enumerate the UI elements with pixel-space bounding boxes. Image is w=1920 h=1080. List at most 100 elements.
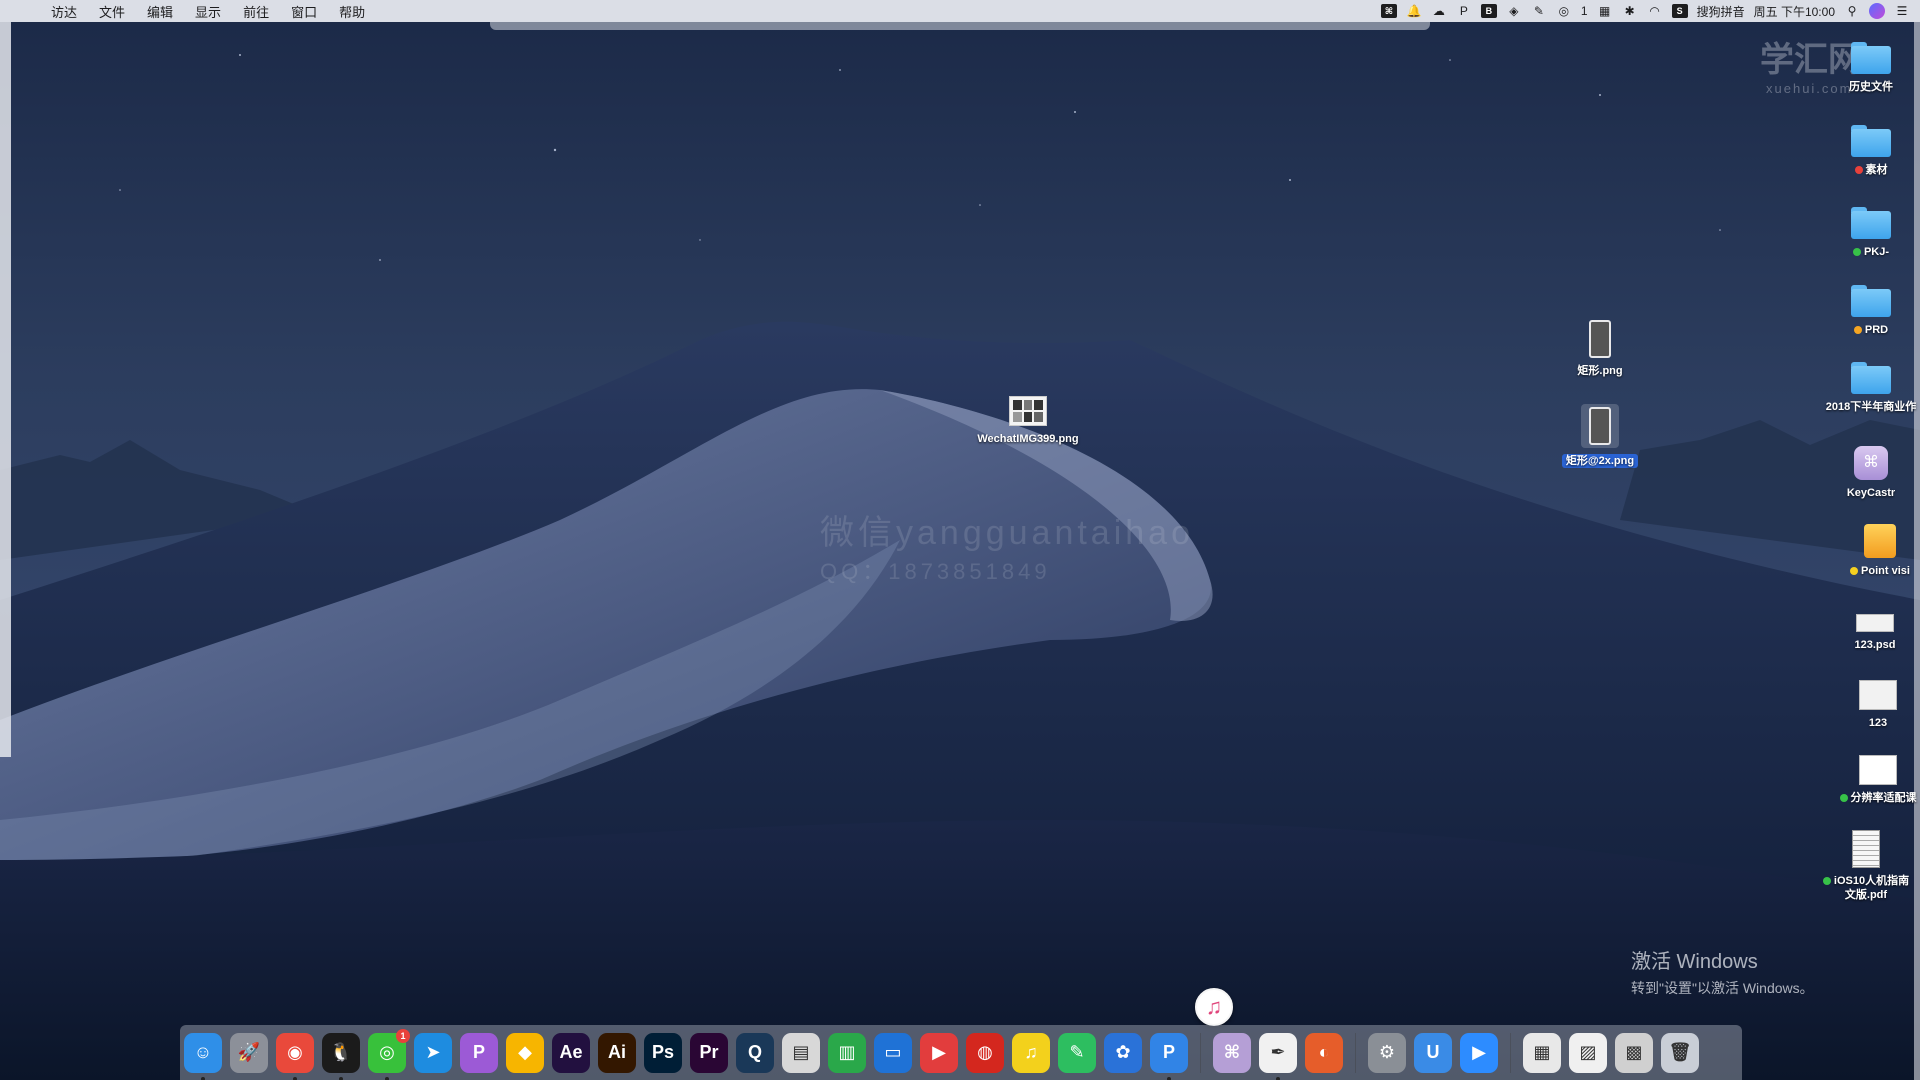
desktop-item[interactable]: 素材 bbox=[1811, 125, 1920, 177]
desktop-item-label: 历史文件 bbox=[1849, 81, 1893, 93]
dock-stacks: ▦ ▨ ▩ 🗑 bbox=[1523, 1032, 1699, 1073]
dock-utility-apps: ⚙ U ▶ bbox=[1368, 1032, 1498, 1073]
menu-view[interactable]: 显示 bbox=[184, 2, 232, 21]
desktop-item[interactable]: PKJ- bbox=[1811, 207, 1920, 259]
finder-dock-icon[interactable]: ☺ bbox=[184, 1032, 222, 1080]
clock[interactable]: 周五 下午10:00 bbox=[1754, 3, 1835, 20]
desktop[interactable]: 访达 文件 编辑 显示 前往 窗口 帮助 ⌘ 🔔 ☁ P B ◈ ✎ ◎ 1 ▦… bbox=[0, 0, 1920, 1080]
windows-activation-notice: 激活 Windows 转到"设置"以激活 Windows。 bbox=[1631, 945, 1814, 998]
bluetooth-icon[interactable]: ✱ bbox=[1622, 4, 1638, 18]
grid-icon[interactable]: ▦ bbox=[1597, 4, 1613, 18]
pen-icon[interactable]: ✎ bbox=[1531, 4, 1547, 18]
notification-center-icon[interactable]: ☰ bbox=[1894, 4, 1910, 18]
video-player-dock-icon[interactable]: ▶ bbox=[920, 1032, 958, 1073]
numbers-dock-icon[interactable]: ▥ bbox=[828, 1032, 866, 1073]
ushield-dock-icon[interactable]: U bbox=[1414, 1032, 1452, 1073]
desktop-item[interactable]: 历史文件 bbox=[1811, 42, 1920, 94]
file-label: 矩形.png bbox=[1577, 365, 1623, 377]
folder-icon bbox=[1851, 285, 1891, 317]
desktop-file-rect-2x[interactable]: 矩形@2x.png bbox=[1540, 404, 1660, 468]
itunes-bouncing-icon[interactable]: ♫ bbox=[1195, 988, 1233, 1026]
desktop-item[interactable]: 2018下半年商业作 bbox=[1811, 362, 1920, 414]
creative-cloud-icon[interactable]: ☁ bbox=[1431, 4, 1447, 18]
desktop-item-label: 分辨率适配课 bbox=[1839, 791, 1917, 805]
desktop-file-wechatimg[interactable]: WechatIMG399.png bbox=[968, 396, 1088, 446]
pockity-dock-icon[interactable]: P bbox=[460, 1032, 498, 1073]
dock-separator bbox=[1200, 1032, 1201, 1073]
desktop-item[interactable]: ⌘ KeyCastr bbox=[1811, 446, 1920, 500]
keycastr-status-icon[interactable]: ⌘ bbox=[1380, 4, 1397, 18]
folder-icon bbox=[1851, 362, 1891, 394]
qq-music-dock-icon[interactable]: ♫ bbox=[1012, 1032, 1050, 1073]
photoshop-dock-icon[interactable]: Ps bbox=[644, 1032, 682, 1073]
folder-icon bbox=[1851, 207, 1891, 239]
file-label: WechatIMG399.png bbox=[977, 433, 1079, 445]
tag-dot-green bbox=[1852, 248, 1861, 256]
image-file-icon bbox=[1859, 755, 1897, 785]
menu-edit[interactable]: 编辑 bbox=[136, 2, 184, 21]
after-effects-dock-icon[interactable]: Ae bbox=[552, 1032, 590, 1073]
menu-finder[interactable]: 访达 bbox=[40, 2, 88, 21]
evernote-dock-icon[interactable]: ✎ bbox=[1058, 1032, 1096, 1073]
input-method-label[interactable]: 搜狗拼音 bbox=[1697, 3, 1745, 20]
desktop-item[interactable]: iOS10人机指南文版.pdf bbox=[1814, 830, 1918, 902]
dock-separator bbox=[1510, 1032, 1511, 1073]
folder-icon bbox=[1851, 42, 1891, 74]
siri-icon[interactable] bbox=[1869, 3, 1885, 19]
spotlight-search-icon[interactable]: ⚲ bbox=[1844, 4, 1860, 18]
netease-music-dock-icon[interactable]: ◍ bbox=[966, 1032, 1004, 1073]
sound-icon[interactable]: ◈ bbox=[1506, 4, 1522, 18]
tag-dot-red bbox=[1854, 166, 1863, 174]
paw-icon[interactable]: P bbox=[1456, 4, 1472, 18]
desktop-item-label: iOS10人机指南文版.pdf bbox=[1822, 874, 1910, 902]
wechat-status-icon[interactable]: ◎ bbox=[1556, 4, 1572, 18]
dock-separator bbox=[1355, 1032, 1356, 1073]
keynote-dock-icon[interactable]: ▭ bbox=[874, 1032, 912, 1073]
dock-apps: ☺ 🚀 ◉ 🐧 ◎ 1 ➤ P ◆ Ae Ai Ps Pr Q ▤ ▥ ▭ ▶ ◍ ♫ ✎ ✿ P bbox=[184, 1028, 1188, 1080]
maxthon-dock-icon[interactable]: ➤ bbox=[414, 1032, 452, 1073]
image-file-icon bbox=[1859, 680, 1897, 710]
psd-file-icon bbox=[1856, 614, 1894, 632]
watermark-qq: QQ：1873851849 bbox=[820, 559, 1051, 584]
bell-icon[interactable]: 🔔 bbox=[1406, 4, 1422, 18]
notification-badge: 1 bbox=[396, 1028, 410, 1043]
desktop-item[interactable]: 123.psd bbox=[1815, 614, 1920, 652]
desktop-item[interactable]: PRD bbox=[1811, 285, 1920, 337]
keycastr-dock-icon[interactable]: ⌘ bbox=[1213, 1032, 1251, 1073]
zoom-dock-icon[interactable]: ▶ bbox=[1460, 1032, 1498, 1073]
center-watermark: 微信yangguantaihao QQ：1873851849 bbox=[820, 505, 1194, 586]
pixelmator-dock-icon[interactable]: ✿ bbox=[1104, 1032, 1142, 1073]
menu-help[interactable]: 帮助 bbox=[328, 2, 376, 21]
tag-dot-yellow bbox=[1850, 567, 1859, 575]
menu-go[interactable]: 前往 bbox=[232, 2, 280, 21]
airship-dock-icon[interactable]: ◐ bbox=[1305, 1032, 1343, 1073]
screenshot-stack-dock-icon[interactable]: ▦ bbox=[1523, 1032, 1561, 1073]
chrome-dock-icon[interactable]: ◉ bbox=[276, 1032, 314, 1080]
illustrator-dock-icon[interactable]: Ai bbox=[598, 1032, 636, 1073]
desktop-file-rect[interactable]: 矩形.png bbox=[1540, 320, 1660, 378]
wechat-dock-icon[interactable]: ◎ 1 bbox=[368, 1028, 410, 1080]
dock-recent-apps: ⌘ ✒ ◐ bbox=[1213, 1032, 1343, 1080]
documents-stack-dock-icon[interactable]: ▩ bbox=[1615, 1032, 1653, 1073]
trash-dock-icon[interactable]: 🗑 bbox=[1661, 1032, 1699, 1073]
downloads-stack-dock-icon[interactable]: ▨ bbox=[1569, 1032, 1607, 1073]
desktop-item[interactable]: 分辨率适配课 bbox=[1818, 755, 1920, 805]
quicktime-dock-icon[interactable]: Q bbox=[736, 1032, 774, 1073]
wifi-icon[interactable]: ◠ bbox=[1647, 4, 1663, 18]
premiere-dock-icon[interactable]: Pr bbox=[690, 1032, 728, 1073]
script-editor-dock-icon[interactable]: ✒ bbox=[1259, 1032, 1297, 1080]
sogou-input-icon[interactable]: S bbox=[1671, 4, 1688, 18]
pages-p-dock-icon[interactable]: P bbox=[1150, 1032, 1188, 1080]
system-preferences-dock-icon[interactable]: ⚙ bbox=[1368, 1032, 1406, 1073]
preview-dock-icon[interactable]: ▤ bbox=[782, 1032, 820, 1073]
desktop-item-label: PKJ- bbox=[1852, 245, 1889, 259]
bold-b-icon[interactable]: B bbox=[1480, 4, 1497, 18]
menu-window[interactable]: 窗口 bbox=[280, 2, 328, 21]
qq-dock-icon[interactable]: 🐧 bbox=[322, 1032, 360, 1080]
launchpad-dock-icon[interactable]: 🚀 bbox=[230, 1032, 268, 1073]
menu-file[interactable]: 文件 bbox=[88, 2, 136, 21]
desktop-item[interactable]: 123 bbox=[1818, 680, 1920, 730]
sketch-dock-icon[interactable]: ◆ bbox=[506, 1032, 544, 1073]
watermark-wechat: 微信yangguantaihao bbox=[820, 514, 1195, 552]
desktop-item[interactable]: Point visi bbox=[1820, 524, 1920, 578]
